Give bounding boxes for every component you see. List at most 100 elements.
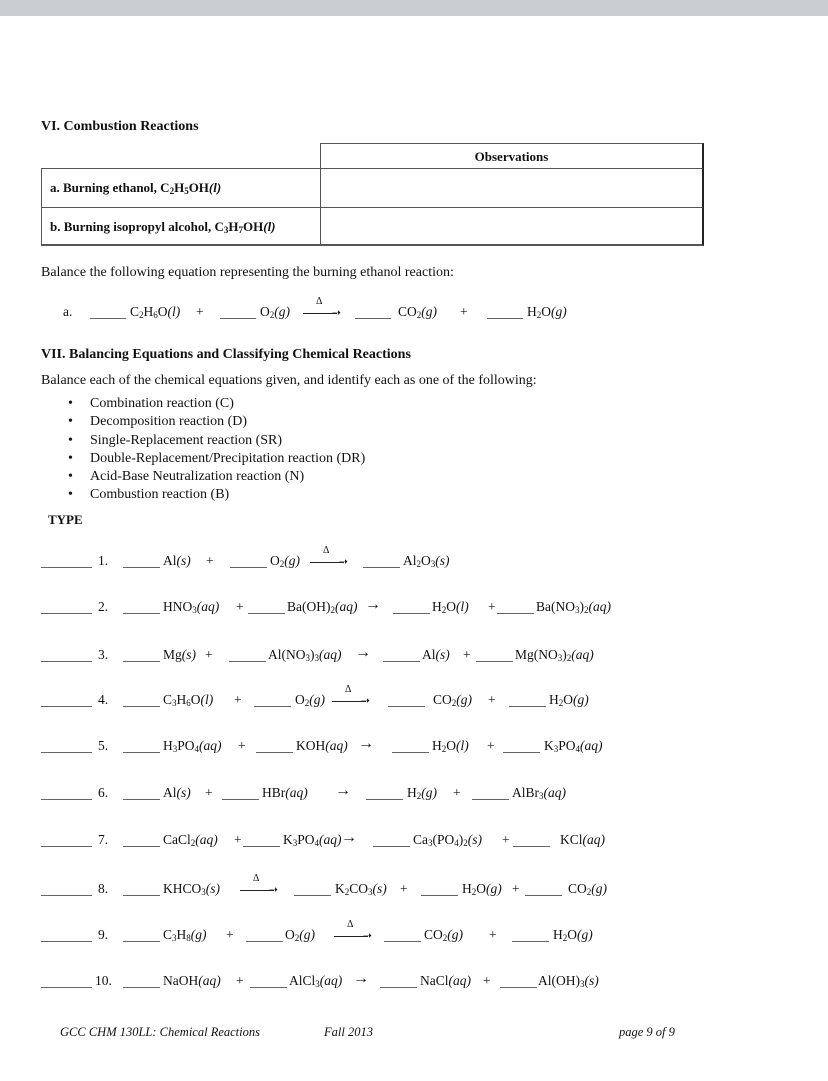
coefficient-blank[interactable] <box>123 752 160 753</box>
type-answer-blank[interactable] <box>41 987 92 988</box>
species: K3PO4(aq) <box>544 738 603 754</box>
coefficient-blank[interactable] <box>123 613 160 614</box>
coefficient-blank[interactable] <box>512 941 549 942</box>
coefficient-blank[interactable] <box>294 895 331 896</box>
species: H2O(g) <box>553 927 593 943</box>
coefficient-blank[interactable] <box>243 846 280 847</box>
species: Mg(NO3)2(aq) <box>515 647 594 663</box>
coefficient-blank[interactable] <box>392 752 429 753</box>
coefficient-blank[interactable] <box>525 895 562 896</box>
type-answer-blank[interactable] <box>41 567 92 568</box>
bullet-icon: • <box>68 396 73 411</box>
type-answer-blank[interactable] <box>41 846 92 847</box>
species: KHCO3(s) <box>163 881 221 897</box>
coefficient-blank[interactable] <box>229 661 266 662</box>
type-answer-blank[interactable] <box>41 752 92 753</box>
coefficient-blank[interactable] <box>254 706 291 707</box>
equation-row: 1. Al(s) + O2(g) Δ ➝ Al2O3(s) <box>0 545 828 571</box>
coefficient-blank[interactable] <box>123 846 160 847</box>
coefficient-blank[interactable] <box>246 941 283 942</box>
plus-sign: + <box>236 973 244 988</box>
bullet-icon: • <box>68 414 73 430</box>
coefficient-blank[interactable] <box>256 752 293 753</box>
coefficient-blank[interactable] <box>366 799 403 800</box>
coefficient-blank[interactable] <box>421 895 458 896</box>
heat-arrow-icon: Δ ➝ <box>240 873 278 899</box>
species: Ba(NO3)2(aq) <box>536 599 611 615</box>
reaction-arrow-icon: → <box>353 970 369 987</box>
section-7-instruction: Balance each of the chemical equations g… <box>41 373 537 388</box>
coefficient-blank[interactable] <box>476 661 513 662</box>
coefficient-blank[interactable] <box>500 987 537 988</box>
coefficient-blank[interactable] <box>123 895 160 896</box>
type-answer-blank[interactable] <box>41 799 92 800</box>
observation-input-a[interactable] <box>323 170 701 205</box>
coefficient-blank[interactable] <box>222 799 259 800</box>
species: H2O(l) <box>432 738 469 754</box>
row-label: b. Burning isopropyl alcohol, C3H7OH(l) <box>50 219 276 235</box>
coefficient-blank[interactable] <box>220 318 256 319</box>
coefficient-blank[interactable] <box>509 706 546 707</box>
coefficient-blank[interactable] <box>503 752 540 753</box>
species: Ba(OH)2(aq) <box>287 599 358 615</box>
coefficient-blank[interactable] <box>123 799 160 800</box>
type-answer-blank[interactable] <box>41 941 92 942</box>
coefficient-blank[interactable] <box>123 987 160 988</box>
equation-row: 6. Al(s) + HBr(aq) → H2(g) + AlBr3(aq) <box>0 782 828 803</box>
plus-sign: + <box>234 832 242 847</box>
viewer-top-bar <box>0 0 828 16</box>
coefficient-blank[interactable] <box>123 661 160 662</box>
coefficient-blank[interactable] <box>363 567 400 568</box>
coefficient-blank[interactable] <box>123 941 160 942</box>
type-column-header: TYPE <box>48 512 83 527</box>
coefficient-blank[interactable] <box>355 318 391 319</box>
coefficient-blank[interactable] <box>373 846 410 847</box>
coefficient-blank[interactable] <box>250 987 287 988</box>
equation-number: 7. <box>98 832 109 847</box>
species: H3PO4(aq) <box>163 738 222 754</box>
coefficient-blank[interactable] <box>383 661 420 662</box>
equation-row: 9. C3H8(g) + O2(g) Δ ➝ CO2(g) + H2O(g) <box>0 919 828 945</box>
list-item: • Combination reaction (C) <box>68 396 234 411</box>
coefficient-blank[interactable] <box>388 706 425 707</box>
coefficient-blank[interactable] <box>123 706 160 707</box>
plus-sign: + <box>234 692 242 707</box>
equation-number: 3. <box>98 647 109 662</box>
equation-number: 6. <box>98 785 109 800</box>
species: Al(s) <box>422 647 450 662</box>
reaction-arrow-icon: → <box>341 829 357 846</box>
coefficient-blank[interactable] <box>513 846 550 847</box>
reaction-arrow-icon: → <box>355 644 371 661</box>
type-answer-blank[interactable] <box>41 661 92 662</box>
footer-course: GCC CHM 130LL: Chemical Reactions <box>60 1025 260 1039</box>
coefficient-blank[interactable] <box>497 613 534 614</box>
type-answer-blank[interactable] <box>41 895 92 896</box>
species: Al(NO3)3(aq) <box>268 647 342 663</box>
equation-number: 1. <box>98 553 109 568</box>
equation-row: 5. H3PO4(aq) + KOH(aq) → H2O(l) + K3PO4(aq) <box>0 735 828 756</box>
coefficient-blank[interactable] <box>380 987 417 988</box>
coefficient-blank[interactable] <box>487 318 523 319</box>
coefficient-blank[interactable] <box>472 799 509 800</box>
type-answer-blank[interactable] <box>41 613 92 614</box>
coefficient-blank[interactable] <box>384 941 421 942</box>
equation-row: 10. NaOH(aq) + AlCl3(aq) → NaCl(aq) + Al(OH)3(s… <box>0 970 828 991</box>
coefficient-blank[interactable] <box>90 318 126 319</box>
type-answer-blank[interactable] <box>41 706 92 707</box>
plus-sign: + <box>205 647 213 662</box>
species: Mg(s) <box>163 647 197 662</box>
equation-number: 5. <box>98 738 109 753</box>
species: AlBr3(aq) <box>512 785 566 801</box>
coefficient-blank[interactable] <box>230 567 267 568</box>
equation-row: 7. CaCl2(aq) + K3PO4(aq) → Ca3(PO4)2(s) + KCl(a… <box>0 829 828 850</box>
heat-arrow-icon: Δ ➝ <box>303 296 341 322</box>
observation-input-b[interactable] <box>323 209 701 244</box>
plus-sign: + <box>502 832 510 847</box>
species: CO2(g) <box>433 692 473 708</box>
coefficient-blank[interactable] <box>393 613 430 614</box>
coefficient-blank[interactable] <box>248 613 285 614</box>
reaction-arrow-icon: → <box>365 596 381 613</box>
species: CO2(g) <box>568 881 608 897</box>
species: CaCl2(aq) <box>163 832 218 848</box>
coefficient-blank[interactable] <box>123 567 160 568</box>
